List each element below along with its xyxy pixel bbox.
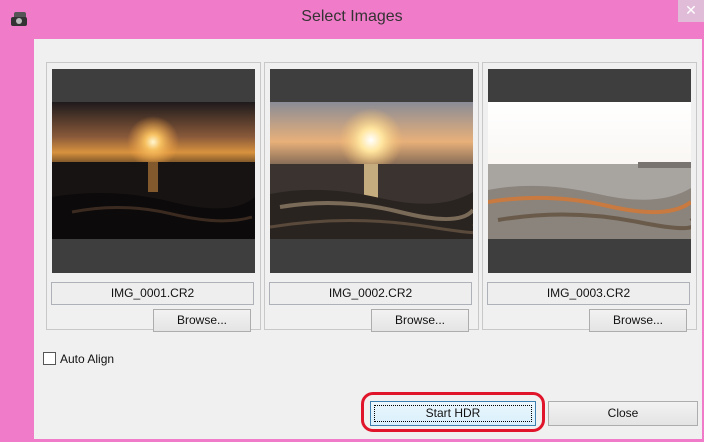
highlight-annotation bbox=[361, 392, 545, 432]
sunset-photo-dark bbox=[52, 102, 255, 239]
image-slot-3: IMG_0003.CR2 Browse... bbox=[482, 62, 697, 332]
browse-button-1[interactable]: Browse... bbox=[153, 309, 251, 332]
sunset-photo-normal bbox=[270, 102, 473, 239]
filename-field-3: IMG_0003.CR2 bbox=[487, 282, 690, 305]
title-bar[interactable]: Select Images ✕ bbox=[0, 0, 704, 39]
auto-align-option[interactable]: Auto Align bbox=[43, 352, 114, 366]
filename-field-1: IMG_0001.CR2 bbox=[51, 282, 254, 305]
browse-button-3[interactable]: Browse... bbox=[589, 309, 687, 332]
image-thumbnail-1 bbox=[52, 69, 255, 273]
dialog-body: IMG_0001.CR2 Browse... IMG_0002.CR2 Brow… bbox=[34, 39, 702, 439]
image-thumbnail-3 bbox=[488, 69, 691, 273]
image-thumbnail-2 bbox=[270, 69, 473, 273]
image-slot-1: IMG_0001.CR2 Browse... bbox=[46, 62, 261, 332]
window-title: Select Images bbox=[301, 8, 403, 25]
sunset-photo-bright bbox=[488, 102, 691, 239]
close-button[interactable]: Close bbox=[548, 401, 698, 426]
auto-align-label: Auto Align bbox=[60, 352, 115, 366]
auto-align-checkbox[interactable] bbox=[43, 352, 56, 365]
filename-field-2: IMG_0002.CR2 bbox=[269, 282, 472, 305]
image-slot-2: IMG_0002.CR2 Browse... bbox=[264, 62, 479, 332]
window-close-icon[interactable]: ✕ bbox=[678, 0, 704, 22]
select-images-dialog: Select Images ✕ IMG_0001.CR2 Browse... I… bbox=[0, 0, 704, 442]
browse-button-2[interactable]: Browse... bbox=[371, 309, 469, 332]
